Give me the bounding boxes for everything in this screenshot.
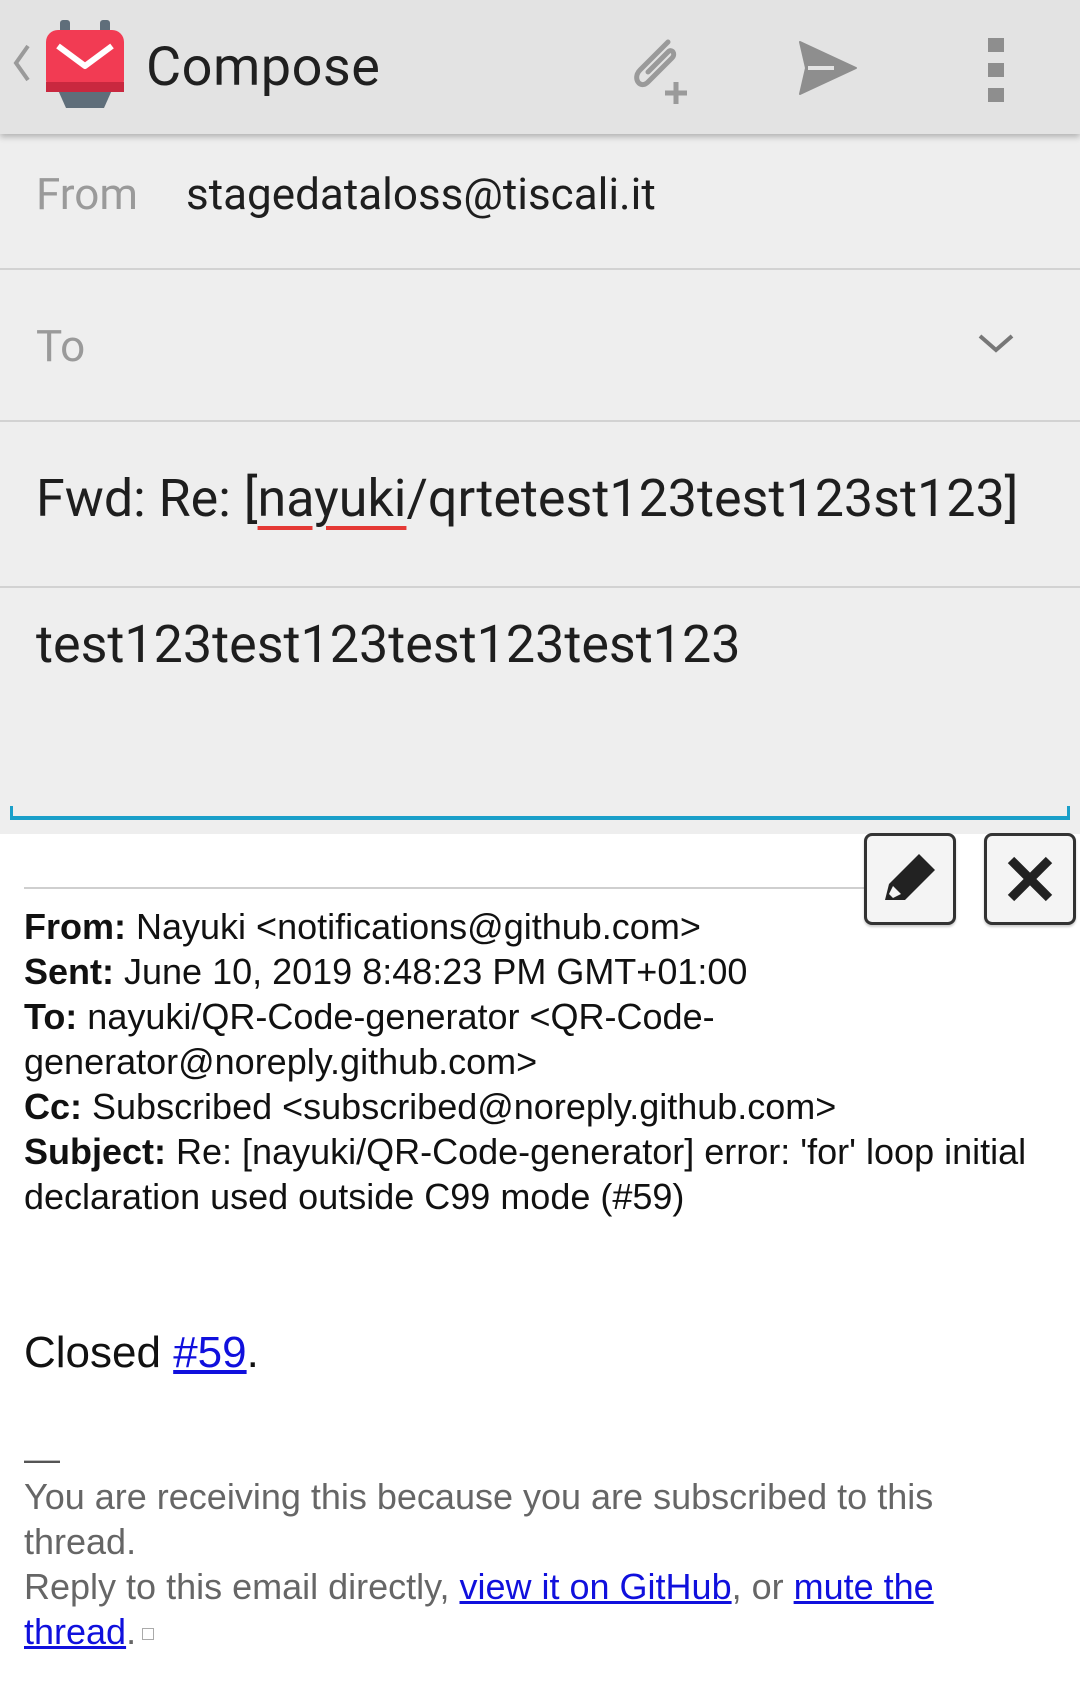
- tracking-pixel-icon: [142, 1628, 155, 1641]
- quoted-headers: From: Nayuki <notifications@github.com> …: [24, 904, 1044, 1219]
- quoted-to-line: To: nayuki/QR-Code-generator <QR-Code-ge…: [24, 996, 715, 1082]
- notification-footer: You are receiving this because you are s…: [24, 1474, 1044, 1654]
- subject-prefix: Fwd: Re: [: [36, 468, 258, 529]
- quote-divider: [24, 887, 874, 889]
- quoted-from-line: From: Nayuki <notifications@github.com>: [24, 906, 701, 947]
- issue-link[interactable]: #59: [173, 1328, 246, 1377]
- send-icon[interactable]: [796, 36, 860, 100]
- quoted-subject-line: Subject: Re: [nayuki/QR-Code-generator] …: [24, 1131, 1027, 1217]
- subject-field[interactable]: Fwd: Re: [nayuki/qrtetest123test123st123…: [36, 468, 1046, 538]
- footer-line-2: Reply to this email directly, view it on…: [24, 1566, 934, 1652]
- from-label: From: [36, 168, 138, 220]
- subject-rest: /qrtetest123test123st123]: [406, 468, 1019, 529]
- closed-text: Closed #59.: [24, 1328, 259, 1377]
- page-title: Compose: [146, 36, 381, 99]
- body-focus-underline: [10, 806, 1070, 820]
- to-field[interactable]: To: [36, 320, 85, 372]
- subject-row[interactable]: Fwd: Re: [nayuki/qrtetest123test123st123…: [0, 422, 1080, 588]
- attach-file-icon[interactable]: [620, 28, 700, 108]
- action-bar: Compose: [0, 0, 1080, 134]
- message-body-field[interactable]: test123test123test123test123: [36, 614, 740, 675]
- chevron-down-icon[interactable]: [976, 328, 1016, 358]
- k9-mail-logo-icon[interactable]: [44, 20, 126, 112]
- to-row[interactable]: To: [0, 270, 1080, 422]
- compose-form: From stagedataloss@tiscali.it To Fwd: Re…: [0, 134, 1080, 834]
- from-account-value[interactable]: stagedataloss@tiscali.it: [186, 168, 656, 220]
- view-on-github-link[interactable]: view it on GitHub: [459, 1566, 731, 1607]
- quoted-cc-line: Cc: Subscribed <subscribed@noreply.githu…: [24, 1086, 837, 1127]
- footer-line-1: You are receiving this because you are s…: [24, 1476, 934, 1562]
- back-chevron-icon[interactable]: [10, 38, 34, 88]
- quoted-sent-line: Sent: June 10, 2019 8:48:23 PM GMT+01:00: [24, 951, 748, 992]
- from-row[interactable]: From stagedataloss@tiscali.it: [0, 134, 1080, 270]
- overflow-menu-icon[interactable]: [984, 36, 1008, 104]
- spellcheck-word[interactable]: nayuki: [258, 468, 407, 529]
